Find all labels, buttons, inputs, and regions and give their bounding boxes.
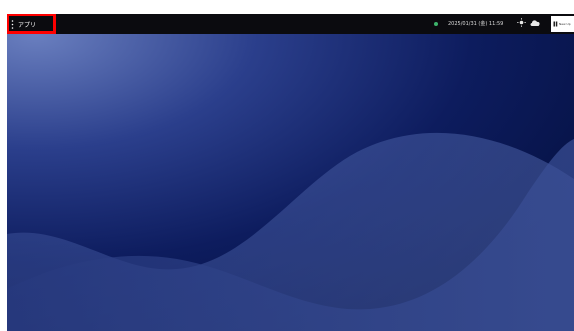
taskbar: アプリ 2025/01/31 (金) 11:59 New Up — [7, 14, 574, 34]
desktop: アプリ 2025/01/31 (金) 11:59 New Up — [7, 14, 574, 331]
grid-dots-icon — [11, 19, 14, 29]
new-tile-label: New Up — [559, 22, 571, 26]
online-dot-icon — [434, 22, 438, 26]
weather-widget[interactable] — [517, 18, 541, 27]
pin-icon — [553, 21, 558, 27]
desktop-wallpaper — [7, 34, 574, 331]
cloud-icon — [530, 20, 540, 26]
sun-icon — [517, 18, 526, 27]
apps-launcher-button[interactable]: アプリ — [8, 16, 52, 32]
new-tile-button[interactable]: New Up — [551, 16, 574, 32]
screen: アプリ 2025/01/31 (金) 11:59 New Up — [0, 0, 574, 331]
taskbar-datetime[interactable]: 2025/01/31 (金) 11:59 — [448, 20, 503, 27]
apps-launcher-label: アプリ — [18, 21, 37, 29]
